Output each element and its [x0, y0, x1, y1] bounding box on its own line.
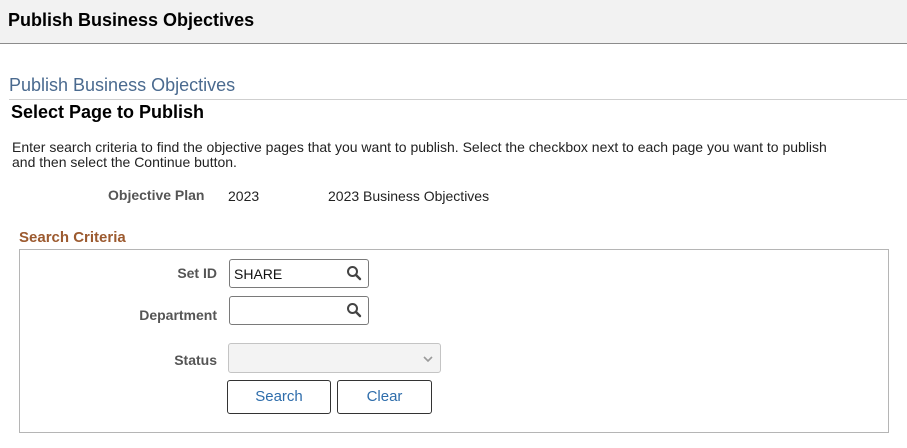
chevron-down-icon	[422, 352, 434, 364]
divider	[9, 99, 907, 100]
set-id-label: Set ID	[177, 265, 217, 281]
set-id-value[interactable]: SHARE	[234, 266, 282, 282]
status-label: Status	[174, 352, 217, 368]
search-icon[interactable]	[346, 302, 362, 318]
page-header: Publish Business Objectives	[0, 0, 907, 44]
search-button[interactable]: Search	[227, 380, 331, 414]
objective-plan-description: 2023 Business Objectives	[328, 188, 490, 204]
clear-button[interactable]: Clear	[337, 380, 432, 414]
set-id-field[interactable]: SHARE	[229, 259, 369, 288]
page-header-title: Publish Business Objectives	[8, 10, 255, 30]
instructions-text: Enter search criteria to find the object…	[12, 139, 827, 170]
page-title: Select Page to Publish	[11, 102, 205, 122]
objective-plan-label: Objective Plan	[108, 187, 205, 203]
objective-plan-year: 2023	[228, 188, 260, 204]
page-subtitle: Publish Business Objectives	[9, 75, 236, 95]
status-select[interactable]	[228, 343, 441, 373]
search-criteria-title: Search Criteria	[19, 229, 126, 246]
department-label: Department	[139, 307, 217, 323]
department-field[interactable]	[229, 296, 369, 325]
search-icon[interactable]	[346, 265, 362, 281]
